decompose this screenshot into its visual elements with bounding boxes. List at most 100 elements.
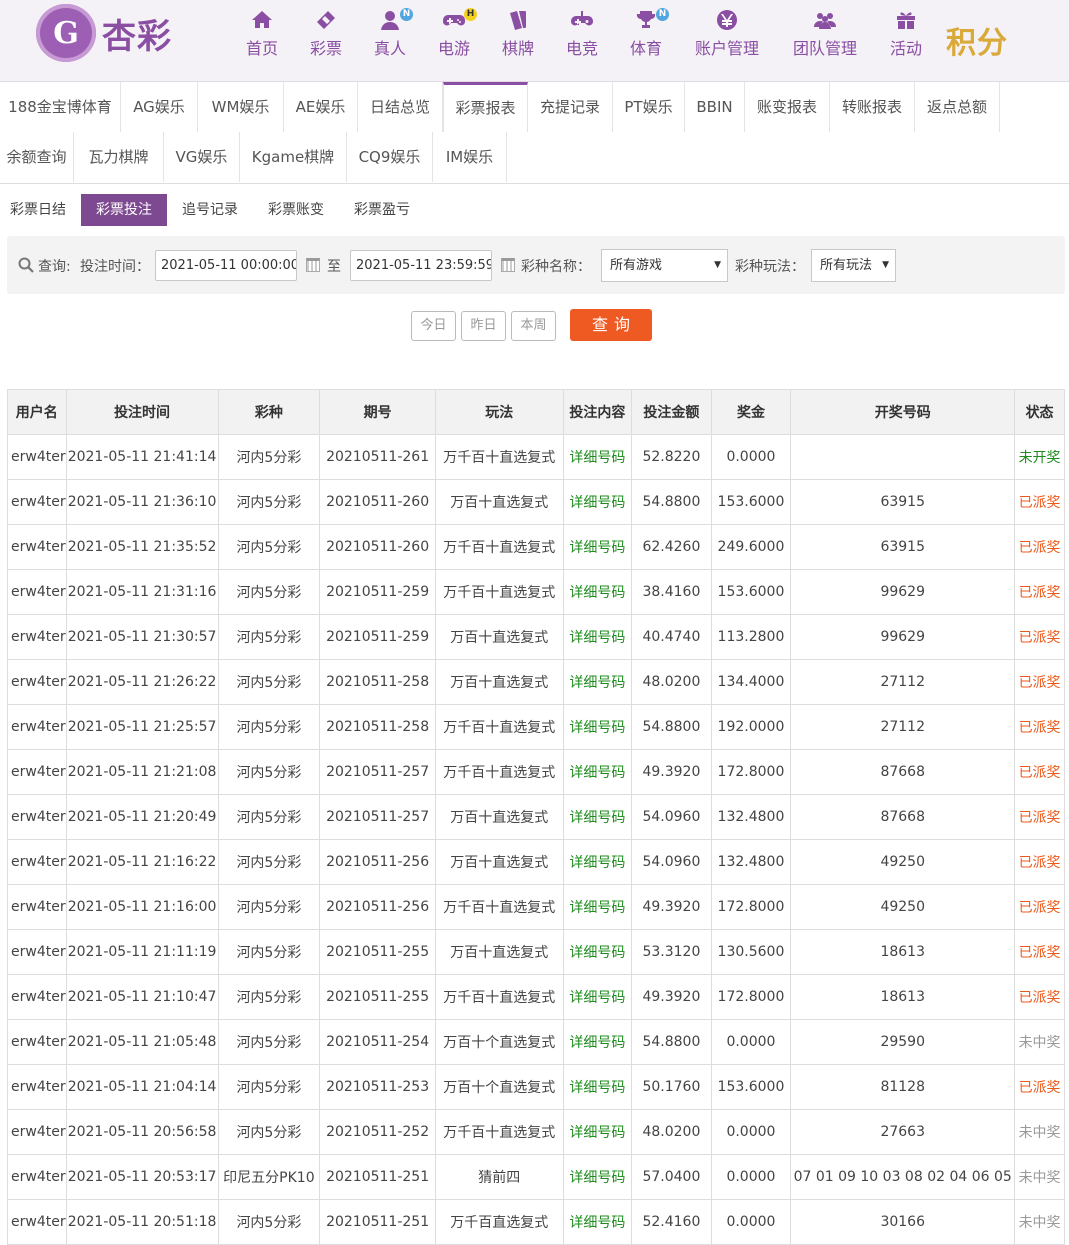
cell-status: 未中奖	[1014, 1019, 1065, 1065]
cell-content-link[interactable]: 详细号码	[562, 794, 633, 840]
nav-item-live[interactable]: N 真人	[360, 6, 420, 62]
nav-item-egame[interactable]: H 电游	[424, 6, 484, 62]
nav-item-lottery[interactable]: 彩票	[296, 6, 356, 62]
calendar-icon[interactable]	[501, 258, 515, 272]
cell-status: 已派奖	[1014, 974, 1065, 1020]
nav-item-account[interactable]: 账户管理	[692, 6, 762, 62]
cell-content-link[interactable]: 详细号码	[562, 839, 633, 885]
nav-item-home[interactable]: 首页	[232, 6, 292, 62]
gamepad-icon: H	[424, 6, 484, 32]
cell-draw-number: 49250	[790, 839, 1016, 885]
tab-wali[interactable]: 瓦力棋牌	[74, 132, 164, 182]
col-amount: 投注金额	[631, 389, 712, 435]
nav-item-activity[interactable]: 活动	[880, 6, 932, 62]
tab-kgame[interactable]: Kgame棋牌	[240, 132, 347, 182]
cell-bet-time: 2021-05-11 21:05:48	[65, 1019, 219, 1065]
nav-label: 棋牌	[501, 39, 534, 58]
subtab-lottery-change[interactable]: 彩票账变	[253, 194, 339, 226]
tab-rebate[interactable]: 返点总额	[915, 82, 1000, 132]
cell-content-link[interactable]: 详细号码	[562, 659, 633, 705]
cell-content-link[interactable]: 详细号码	[562, 704, 633, 750]
tab-deposit-withdraw[interactable]: 充提记录	[528, 82, 613, 132]
cell-bet-time: 2021-05-11 20:53:17	[65, 1154, 219, 1200]
points-logo[interactable]: 积分	[946, 18, 1008, 62]
tab-pt[interactable]: PT娱乐	[613, 82, 685, 132]
cell-draw-number: 87668	[790, 794, 1016, 840]
cell-content-link[interactable]: 详细号码	[562, 884, 633, 930]
game-select-value: 所有游戏	[610, 258, 663, 273]
play-select[interactable]: 所有玩法 ▼	[811, 249, 896, 282]
logo-text: 杏彩	[102, 16, 172, 57]
tab-vg[interactable]: VG娱乐	[164, 132, 240, 182]
cell-lottery: 河内5分彩	[217, 974, 321, 1020]
tab-lottery-report[interactable]: 彩票报表	[443, 82, 528, 132]
game-select[interactable]: 所有游戏 ▼	[601, 249, 728, 282]
cell-play: 万千百十直选复式	[434, 1109, 564, 1155]
nav-item-chess[interactable]: 棋牌	[488, 6, 548, 62]
cell-content-link[interactable]: 详细号码	[562, 1199, 633, 1245]
tab-ae[interactable]: AE娱乐	[284, 82, 358, 132]
tab-im[interactable]: IM娱乐	[433, 132, 507, 182]
bet-time-label: 投注时间：	[80, 259, 150, 275]
cell-lottery: 河内5分彩	[217, 704, 321, 750]
cell-prize: 134.4000	[710, 659, 792, 705]
cell-content-link[interactable]: 详细号码	[562, 479, 633, 525]
cell-prize: 0.0000	[710, 1154, 792, 1200]
cell-draw-number: 18613	[790, 929, 1016, 975]
nav-label: 彩票	[309, 39, 342, 58]
cell-draw-number: 63915	[790, 524, 1016, 570]
this-week-button[interactable]: 本周	[511, 311, 556, 341]
start-time-input[interactable]	[155, 250, 297, 281]
cell-content-link[interactable]: 详细号码	[562, 434, 633, 480]
nav-item-esports[interactable]: 电竞	[552, 6, 612, 62]
yesterday-button[interactable]: 昨日	[461, 311, 506, 341]
cell-username: erw4ter	[7, 794, 67, 840]
cell-play: 万千百十直选复式	[434, 884, 564, 930]
nav-item-sports[interactable]: N 体育	[616, 6, 676, 62]
tab-wm[interactable]: WM娱乐	[198, 82, 284, 132]
subtab-lottery-bets[interactable]: 彩票投注	[81, 194, 167, 226]
cell-content-link[interactable]: 详细号码	[562, 1154, 633, 1200]
table-row: erw4ter 2021-05-11 20:56:58 河内5分彩 20210511-…	[7, 1109, 1065, 1155]
cell-lottery: 河内5分彩	[217, 434, 321, 480]
tab-188[interactable]: 188金宝博体育	[0, 82, 121, 132]
calendar-icon[interactable]	[306, 258, 320, 272]
tab-ag[interactable]: AG娱乐	[121, 82, 198, 132]
tab-cq9[interactable]: CQ9娱乐	[347, 132, 433, 182]
col-username: 用户名	[7, 389, 67, 435]
end-time-input[interactable]	[350, 250, 492, 281]
tab-account-change[interactable]: 账变报表	[745, 82, 830, 132]
logo[interactable]: G 杏彩	[36, 4, 196, 62]
tab-bbin[interactable]: BBIN	[685, 82, 745, 132]
search-button[interactable]: 查询	[570, 309, 652, 341]
cell-content-link[interactable]: 详细号码	[562, 569, 633, 615]
cell-draw-number: 99629	[790, 569, 1016, 615]
cell-content-link[interactable]: 详细号码	[562, 749, 633, 795]
cell-content-link[interactable]: 详细号码	[562, 1109, 633, 1155]
tab-daily-overview[interactable]: 日结总览	[358, 82, 443, 132]
subtab-lottery-profit[interactable]: 彩票盈亏	[339, 194, 425, 226]
cell-prize: 153.6000	[710, 479, 792, 525]
cell-content-link[interactable]: 详细号码	[562, 929, 633, 975]
col-bet-time: 投注时间	[65, 389, 219, 435]
today-button[interactable]: 今日	[411, 311, 456, 341]
nav-label: 首页	[245, 39, 278, 58]
cell-content-link[interactable]: 详细号码	[562, 524, 633, 570]
cell-amount: 48.0200	[631, 1109, 712, 1155]
nav-item-team[interactable]: 团队管理	[790, 6, 860, 62]
cell-play: 万千百十直选复式	[434, 749, 564, 795]
bet-table: 用户名 投注时间 彩种 期号 玩法 投注内容 投注金额 奖金 开奖号码 状态 e…	[7, 389, 1065, 1245]
cell-prize: 172.8000	[710, 974, 792, 1020]
cell-play: 万百十直选复式	[434, 614, 564, 660]
cell-lottery: 河内5分彩	[217, 1064, 321, 1110]
tab-balance[interactable]: 余额查询	[0, 132, 74, 182]
cell-content-link[interactable]: 详细号码	[562, 1064, 633, 1110]
cell-content-link[interactable]: 详细号码	[562, 614, 633, 660]
cell-bet-time: 2021-05-11 21:26:22	[65, 659, 219, 705]
cell-content-link[interactable]: 详细号码	[562, 974, 633, 1020]
cell-content-link[interactable]: 详细号码	[562, 1019, 633, 1065]
subtab-chase-records[interactable]: 追号记录	[167, 194, 253, 226]
subtab-lottery-daily[interactable]: 彩票日结	[0, 194, 76, 226]
cell-amount: 52.8220	[631, 434, 712, 480]
tab-transfer[interactable]: 转账报表	[830, 82, 915, 132]
